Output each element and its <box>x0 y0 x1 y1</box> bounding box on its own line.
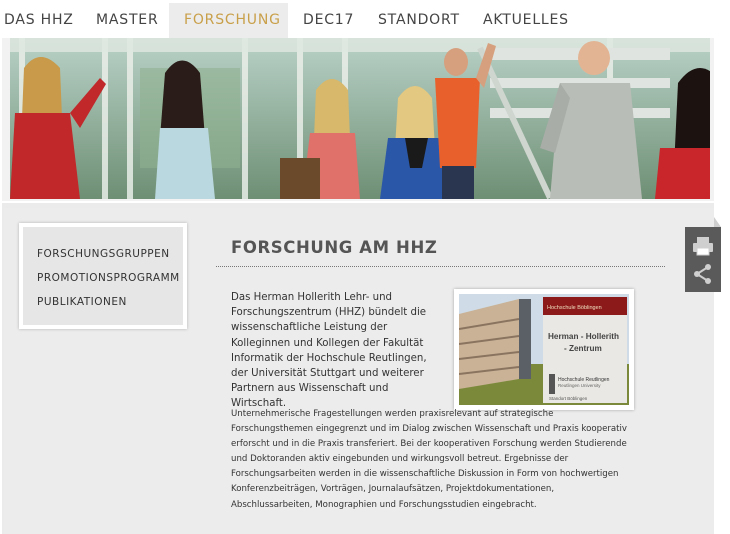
sub-navigation: FORSCHUNGSGRUPPEN PROMOTIONSPROGRAMM PUB… <box>19 223 187 329</box>
building-photo-frame: Hochschule Böblingen Herman - Hollerith … <box>454 289 634 410</box>
building-photo: Hochschule Böblingen Herman - Hollerith … <box>459 294 629 405</box>
hero-students-illustration <box>10 38 710 199</box>
page-title: FORSCHUNG AM HHZ <box>231 238 438 257</box>
sign-title-line2: - Zentrum <box>564 344 602 353</box>
title-divider <box>216 266 665 267</box>
printer-icon[interactable] <box>691 234 715 258</box>
hero-frame <box>2 38 714 201</box>
sub-navigation-inner: FORSCHUNGSGRUPPEN PROMOTIONSPROGRAMM PUB… <box>23 227 183 325</box>
nav-item-standort[interactable]: STANDORT <box>378 3 460 38</box>
nav-item-master[interactable]: MASTER <box>96 3 158 38</box>
sidebar-item-publikationen[interactable]: PUBLIKATIONEN <box>37 296 127 308</box>
nav-item-das-hhz[interactable]: DAS HHZ <box>4 3 74 38</box>
top-navigation: DAS HHZ MASTER FORSCHUNG DEC17 STANDORT … <box>0 0 730 38</box>
tools-flap <box>714 217 721 227</box>
page-tools <box>685 227 721 292</box>
nav-item-dec17[interactable]: DEC17 <box>303 3 354 38</box>
sign-bottom-text: Standort Böblingen <box>549 396 588 401</box>
body-paragraph: Unternehmerische Fragestellungen werden … <box>231 409 628 510</box>
hero-image <box>10 38 710 199</box>
sign-title-line1: Herman - Hollerith <box>548 332 619 341</box>
building-photo-illustration: Hochschule Böblingen Herman - Hollerith … <box>459 294 629 405</box>
intro-paragraph: Das Herman Hollerith Lehr- und Forschung… <box>231 292 427 410</box>
sidebar-item-promotionsprogramm[interactable]: PROMOTIONSPROGRAMM <box>37 272 180 284</box>
sign-sub2-text: Reutlingen University <box>558 383 601 388</box>
sign-top-text: Hochschule Böblingen <box>547 305 602 311</box>
nav-item-forschung[interactable]: FORSCHUNG <box>169 3 288 38</box>
share-icon[interactable] <box>691 262 715 286</box>
sidebar-item-forschungsgruppen[interactable]: FORSCHUNGSGRUPPEN <box>37 248 170 260</box>
nav-item-aktuelles[interactable]: AKTUELLES <box>483 3 569 38</box>
